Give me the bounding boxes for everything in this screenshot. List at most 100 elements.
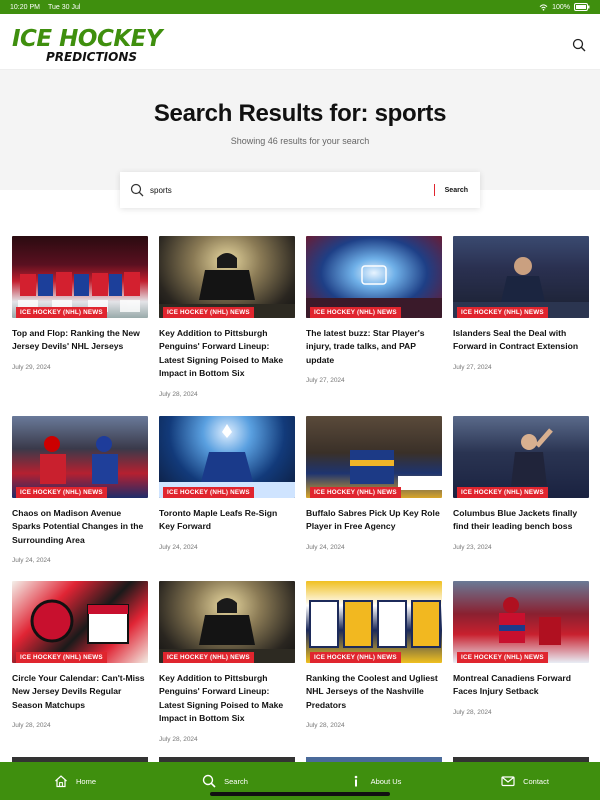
page-title: Search Results for: sports bbox=[153, 100, 447, 127]
category-tag[interactable]: ICE HOCKEY (NHL) NEWS bbox=[457, 307, 548, 318]
article-title[interactable]: Ranking the Coolest and Ugliest NHL Jers… bbox=[306, 672, 442, 712]
player-silhouette bbox=[159, 253, 295, 318]
category-tag[interactable]: ICE HOCKEY (NHL) NEWS bbox=[310, 487, 401, 498]
nav-label: Home bbox=[75, 776, 96, 786]
category-tag[interactable]: ICE HOCKEY (NHL) NEWS bbox=[163, 307, 254, 318]
home-indicator[interactable] bbox=[210, 792, 390, 796]
players-illustration bbox=[40, 436, 118, 484]
jersey-illustration bbox=[18, 272, 140, 312]
article-title[interactable]: Montreal Canadiens Forward Faces Injury … bbox=[453, 672, 589, 699]
category-tag[interactable]: ICE HOCKEY (NHL) NEWS bbox=[310, 652, 401, 663]
article-card[interactable]: ICE HOCKEY (NHL) NEWS Chaos on Madison A… bbox=[12, 416, 148, 564]
article-date: July 24, 2024 bbox=[159, 543, 198, 551]
article-date: July 27, 2024 bbox=[453, 363, 492, 371]
leafs-illustration bbox=[159, 424, 295, 498]
article-thumbnail[interactable]: ICE HOCKEY (NHL) NEWS bbox=[453, 236, 589, 318]
article-card[interactable]: ICE HOCKEY (NHL) NEWS Montreal Canadiens… bbox=[453, 581, 589, 716]
article-title[interactable]: Top and Flop: Ranking the New Jersey Dev… bbox=[12, 327, 148, 354]
article-title[interactable]: Buffalo Sabres Pick Up Key Role Player i… bbox=[306, 507, 442, 534]
results-count: Showing 46 results for your search bbox=[230, 136, 370, 146]
status-bar: 10:20 PM Tue 30 Jul 100% bbox=[0, 0, 600, 14]
article-thumbnail[interactable]: ICE HOCKEY (NHL) NEWS bbox=[306, 581, 442, 663]
category-tag[interactable]: ICE HOCKEY (NHL) NEWS bbox=[163, 487, 254, 498]
category-tag[interactable]: ICE HOCKEY (NHL) NEWS bbox=[16, 487, 107, 498]
predators-jerseys-illustration bbox=[309, 600, 441, 648]
nav-contact[interactable]: Contact bbox=[450, 762, 600, 800]
search-icon bbox=[130, 183, 144, 197]
article-thumbnail[interactable]: ICE HOCKEY (NHL) NEWS bbox=[159, 581, 295, 663]
article-date: July 27, 2024 bbox=[306, 377, 345, 385]
battery-percent: 100% bbox=[552, 3, 570, 11]
article-title[interactable]: The latest buzz: Star Player's injury, t… bbox=[306, 327, 442, 367]
article-thumbnail[interactable]: ICE HOCKEY (NHL) NEWS bbox=[159, 416, 295, 498]
category-tag[interactable]: ICE HOCKEY (NHL) NEWS bbox=[457, 487, 548, 498]
article-thumbnail[interactable]: ICE HOCKEY (NHL) NEWS bbox=[12, 416, 148, 498]
search-input[interactable] bbox=[150, 185, 434, 195]
search-icon bbox=[202, 774, 216, 788]
search-bar: Search bbox=[120, 172, 480, 208]
nav-label: About Us bbox=[370, 776, 402, 786]
player-silhouette bbox=[159, 598, 295, 663]
article-card[interactable]: ICE HOCKEY (NHL) NEWS Key Addition to Pi… bbox=[159, 236, 295, 398]
battery-icon bbox=[574, 3, 590, 11]
nav-label: Search bbox=[224, 776, 248, 786]
site-logo[interactable]: ICE HOCKEY PREDICTIONS bbox=[12, 26, 163, 64]
article-date: July 28, 2024 bbox=[159, 735, 198, 743]
category-tag[interactable]: ICE HOCKEY (NHL) NEWS bbox=[310, 307, 401, 318]
info-icon bbox=[354, 775, 357, 787]
header-search-icon[interactable] bbox=[572, 38, 586, 52]
article-card[interactable]: ICE HOCKEY (NHL) NEWS Columbus Blue Jack… bbox=[453, 416, 589, 551]
article-title[interactable]: Columbus Blue Jackets finally find their… bbox=[453, 507, 589, 534]
nav-label: Contact bbox=[523, 776, 549, 786]
article-date: July 28, 2024 bbox=[159, 390, 198, 398]
mail-icon bbox=[501, 776, 515, 787]
article-title[interactable]: Islanders Seal the Deal with Forward in … bbox=[453, 327, 589, 354]
status-time: 10:20 PM bbox=[10, 3, 40, 11]
status-date: Tue 30 Jul bbox=[47, 3, 81, 11]
category-tag[interactable]: ICE HOCKEY (NHL) NEWS bbox=[16, 307, 107, 318]
article-card[interactable]: ICE HOCKEY (NHL) NEWS Top and Flop: Rank… bbox=[12, 236, 148, 371]
article-title[interactable]: Key Addition to Pittsburgh Penguins' For… bbox=[159, 327, 295, 381]
category-tag[interactable]: ICE HOCKEY (NHL) NEWS bbox=[16, 652, 107, 663]
article-date: July 24, 2024 bbox=[306, 543, 345, 551]
canadiens-illustration bbox=[499, 597, 561, 645]
home-icon bbox=[55, 775, 67, 788]
article-thumbnail[interactable]: ICE HOCKEY (NHL) NEWS bbox=[453, 581, 589, 663]
devils-calendar-illustration bbox=[30, 599, 129, 644]
article-card[interactable]: ICE HOCKEY (NHL) NEWS Key Addition to Pi… bbox=[159, 581, 295, 743]
article-thumbnail[interactable]: ICE HOCKEY (NHL) NEWS bbox=[306, 416, 442, 498]
article-date: July 23, 2024 bbox=[453, 543, 492, 551]
arena-illustration bbox=[306, 265, 442, 318]
article-title[interactable]: Circle Your Calendar: Can't-Miss New Jer… bbox=[12, 672, 148, 712]
article-card[interactable]: ICE HOCKEY (NHL) NEWS Buffalo Sabres Pic… bbox=[306, 416, 442, 551]
category-tag[interactable]: ICE HOCKEY (NHL) NEWS bbox=[457, 652, 548, 663]
article-thumbnail[interactable]: ICE HOCKEY (NHL) NEWS bbox=[12, 236, 148, 318]
article-date: July 28, 2024 bbox=[306, 722, 345, 730]
article-thumbnail[interactable]: ICE HOCKEY (NHL) NEWS bbox=[159, 236, 295, 318]
article-thumbnail[interactable]: ICE HOCKEY (NHL) NEWS bbox=[12, 581, 148, 663]
article-card[interactable]: ICE HOCKEY (NHL) NEWS Circle Your Calend… bbox=[12, 581, 148, 729]
search-button[interactable]: Search bbox=[435, 187, 480, 194]
article-card[interactable]: ICE HOCKEY (NHL) NEWS The latest buzz: S… bbox=[306, 236, 442, 384]
article-date: July 28, 2024 bbox=[453, 708, 492, 716]
article-title[interactable]: Key Addition to Pittsburgh Penguins' For… bbox=[159, 672, 295, 726]
article-title[interactable]: Toronto Maple Leafs Re-Sign Key Forward bbox=[159, 507, 295, 534]
logo-line2: PREDICTIONS bbox=[46, 50, 138, 64]
article-date: July 24, 2024 bbox=[12, 557, 51, 565]
nav-home[interactable]: Home bbox=[0, 762, 150, 800]
site-header: ICE HOCKEY PREDICTIONS bbox=[0, 14, 600, 70]
category-tag[interactable]: ICE HOCKEY (NHL) NEWS bbox=[163, 652, 254, 663]
article-thumbnail[interactable]: ICE HOCKEY (NHL) NEWS bbox=[453, 416, 589, 498]
article-title[interactable]: Chaos on Madison Avenue Sparks Potential… bbox=[12, 507, 148, 547]
article-card[interactable]: ICE HOCKEY (NHL) NEWS Ranking the Cooles… bbox=[306, 581, 442, 729]
logo-line1: ICE HOCKEY bbox=[12, 26, 163, 52]
article-date: July 28, 2024 bbox=[12, 722, 51, 730]
article-card[interactable]: ICE HOCKEY (NHL) NEWS Islanders Seal the… bbox=[453, 236, 589, 371]
wifi-icon bbox=[539, 3, 548, 11]
coach-illustration bbox=[511, 428, 553, 486]
sabres-illustration bbox=[350, 450, 442, 490]
article-card[interactable]: ICE HOCKEY (NHL) NEWS Toronto Maple Leaf… bbox=[159, 416, 295, 551]
article-date: July 29, 2024 bbox=[12, 363, 51, 371]
article-thumbnail[interactable]: ICE HOCKEY (NHL) NEWS bbox=[306, 236, 442, 318]
signing-illustration bbox=[453, 257, 589, 318]
